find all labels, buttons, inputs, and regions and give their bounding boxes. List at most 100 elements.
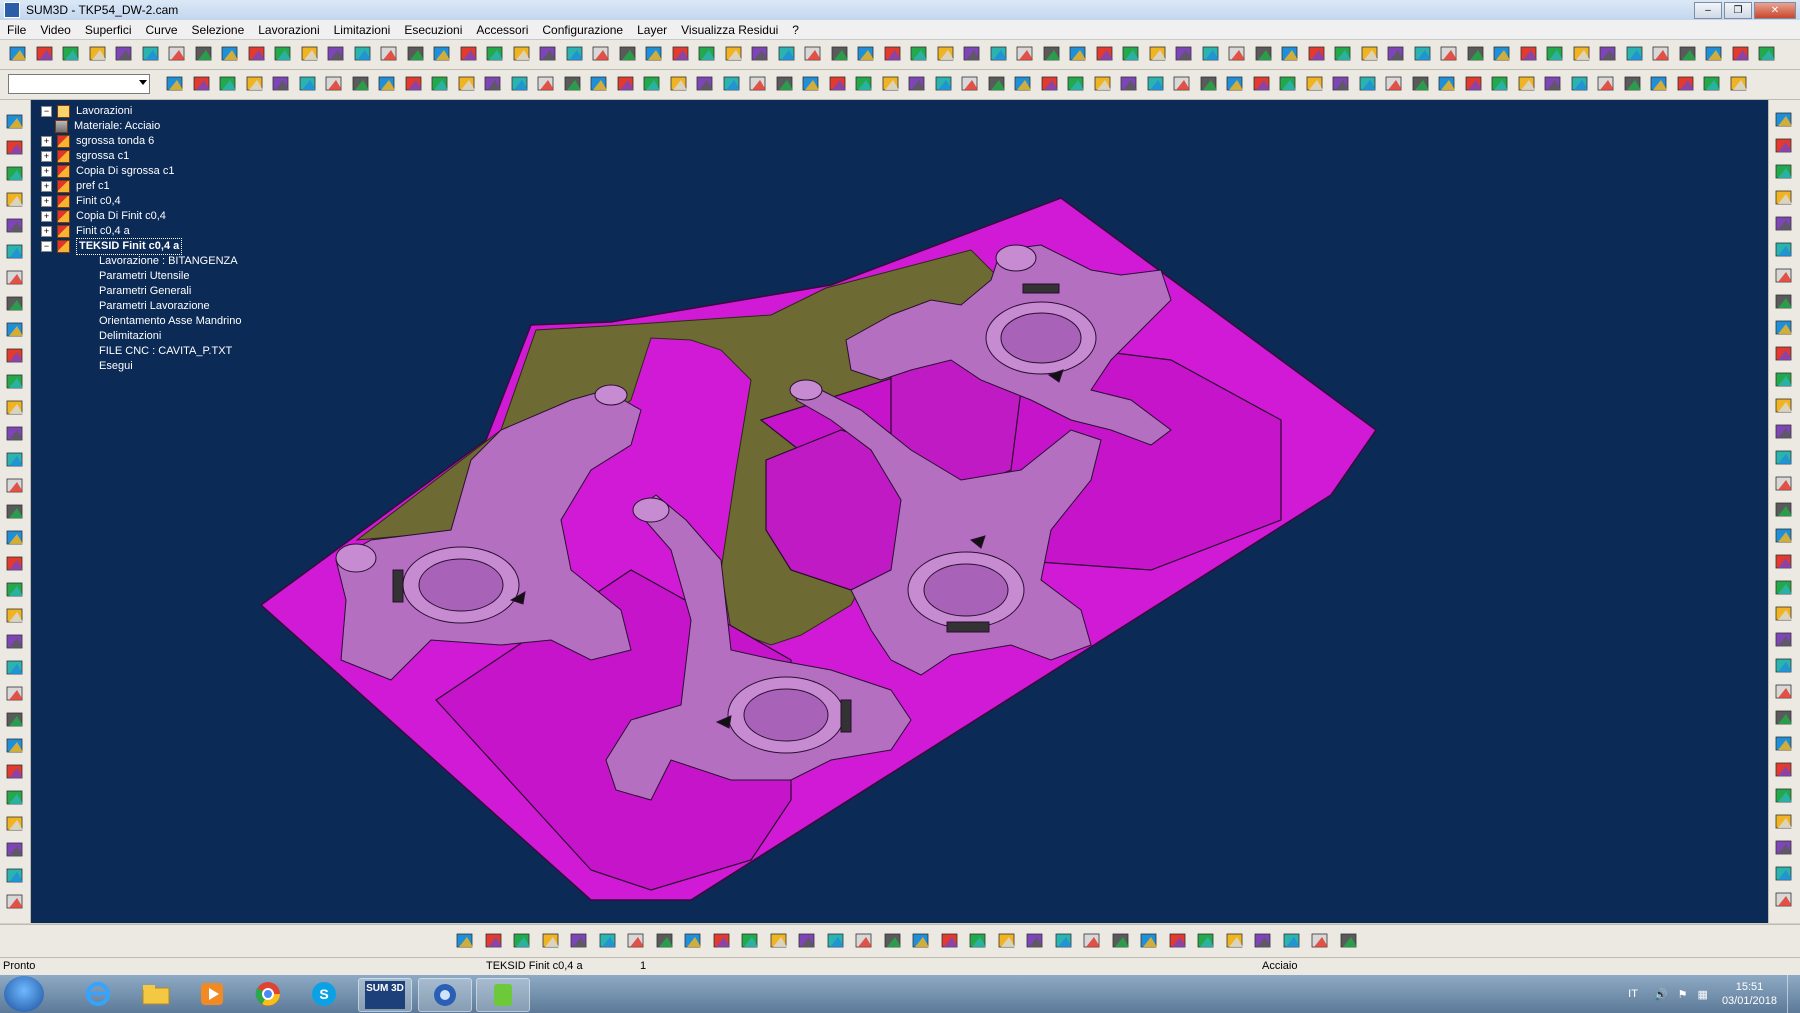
- menu-layer[interactable]: Layer: [630, 23, 674, 37]
- tool-button[interactable]: [1774, 162, 1794, 182]
- tool-button[interactable]: [830, 44, 850, 64]
- tool-button[interactable]: [1774, 422, 1794, 442]
- tree-item-selected[interactable]: − TEKSID Finit c0,4 a: [41, 238, 241, 255]
- tool-button[interactable]: [1774, 474, 1794, 494]
- expand-icon[interactable]: +: [41, 196, 52, 207]
- tool-button[interactable]: [271, 74, 291, 94]
- tool-button[interactable]: [828, 74, 848, 94]
- tool-button[interactable]: [1068, 44, 1088, 64]
- expand-icon[interactable]: +: [41, 226, 52, 237]
- tool-button[interactable]: [1492, 44, 1512, 64]
- tool-button[interactable]: [1774, 708, 1794, 728]
- tool-button[interactable]: [5, 320, 25, 340]
- tool-button[interactable]: [565, 44, 585, 64]
- tool-button[interactable]: [856, 44, 876, 64]
- tool-button[interactable]: [5, 814, 25, 834]
- sum3d-taskbar-button[interactable]: SUM 3D: [358, 978, 412, 1012]
- tool-button[interactable]: [1386, 44, 1406, 64]
- menu-file[interactable]: File: [0, 23, 33, 37]
- tool-button[interactable]: [1704, 44, 1724, 64]
- tree-child[interactable]: FILE CNC : CAVITA_P.TXT: [99, 344, 241, 359]
- tool-button[interactable]: [1517, 74, 1537, 94]
- tool-button[interactable]: [1411, 74, 1431, 94]
- tool-button[interactable]: [247, 44, 267, 64]
- tool-button[interactable]: [218, 74, 238, 94]
- tool-button[interactable]: [826, 931, 846, 951]
- tool-button[interactable]: [114, 44, 134, 64]
- tool-button[interactable]: [5, 476, 25, 496]
- menu-lavorazioni[interactable]: Lavorazioni: [251, 23, 326, 37]
- chrome-icon[interactable]: [242, 978, 294, 1010]
- tool-button[interactable]: [1702, 74, 1722, 94]
- tool-button[interactable]: [1384, 74, 1404, 94]
- 3d-viewport[interactable]: − Lavorazioni Materiale: Acciaio + sgrossa…: [31, 100, 1768, 923]
- tool-button[interactable]: [854, 931, 874, 951]
- menu-limitazioni[interactable]: Limitazioni: [327, 23, 398, 37]
- tool-button[interactable]: [512, 44, 532, 64]
- tool-button[interactable]: [801, 74, 821, 94]
- tree-item[interactable]: + sgrossa c1: [41, 149, 241, 164]
- tool-button[interactable]: [1413, 44, 1433, 64]
- tool-button[interactable]: [1774, 682, 1794, 702]
- menu-configurazione[interactable]: Configurazione: [535, 23, 630, 37]
- tool-button[interactable]: [671, 44, 691, 64]
- collapse-icon[interactable]: −: [41, 241, 52, 252]
- tool-button[interactable]: [1676, 74, 1696, 94]
- tool-button[interactable]: [5, 684, 25, 704]
- tree-child[interactable]: Esegui: [99, 359, 241, 374]
- tool-button[interactable]: [881, 74, 901, 94]
- tool-button[interactable]: [695, 74, 715, 94]
- tool-button[interactable]: [61, 44, 81, 64]
- tool-button[interactable]: [5, 866, 25, 886]
- tool-button[interactable]: [484, 931, 504, 951]
- tool-button[interactable]: [8, 44, 28, 64]
- tool-button[interactable]: [1111, 931, 1131, 951]
- tool-button[interactable]: [883, 931, 903, 951]
- tool-button[interactable]: [1774, 812, 1794, 832]
- tool-button[interactable]: [167, 44, 187, 64]
- tool-button[interactable]: [1774, 786, 1794, 806]
- tool-button[interactable]: [1774, 760, 1794, 780]
- tool-button[interactable]: [724, 44, 744, 64]
- tool-button[interactable]: [1168, 931, 1188, 951]
- tool-button[interactable]: [1774, 240, 1794, 260]
- tool-button[interactable]: [712, 931, 732, 951]
- tool-button[interactable]: [5, 268, 25, 288]
- tool-button[interactable]: [1310, 931, 1330, 951]
- tool-button[interactable]: [192, 74, 212, 94]
- tool-button[interactable]: [538, 44, 558, 64]
- tool-button[interactable]: [989, 44, 1009, 64]
- tool-button[interactable]: [5, 164, 25, 184]
- tool-button[interactable]: [1280, 44, 1300, 64]
- restore-button[interactable]: ❐: [1724, 2, 1752, 19]
- tool-button[interactable]: [5, 840, 25, 860]
- tool-button[interactable]: [432, 44, 452, 64]
- tool-button[interactable]: [485, 44, 505, 64]
- show-desktop-button[interactable]: [1787, 975, 1800, 1013]
- tool-button[interactable]: [909, 44, 929, 64]
- tool-button[interactable]: [1598, 44, 1618, 64]
- tool-button[interactable]: [1015, 44, 1035, 64]
- tool-button[interactable]: [457, 74, 477, 94]
- tool-button[interactable]: [589, 74, 609, 94]
- tool-button[interactable]: [5, 112, 25, 132]
- tool-button[interactable]: [5, 788, 25, 808]
- tool-button[interactable]: [883, 44, 903, 64]
- tool-button[interactable]: [5, 762, 25, 782]
- tree-material[interactable]: Materiale: Acciaio: [55, 119, 241, 134]
- tool-button[interactable]: [803, 44, 823, 64]
- tool-button[interactable]: [987, 74, 1007, 94]
- ie-icon[interactable]: [72, 978, 124, 1010]
- tool-button[interactable]: [1774, 630, 1794, 650]
- tool-button[interactable]: [1199, 74, 1219, 94]
- tool-button[interactable]: [455, 931, 475, 951]
- tool-button[interactable]: [351, 74, 371, 94]
- tree-child[interactable]: Lavorazione : BITANGENZA: [99, 254, 241, 269]
- tool-button[interactable]: [326, 44, 346, 64]
- tool-button[interactable]: [1121, 44, 1141, 64]
- tool-button[interactable]: [5, 606, 25, 626]
- tool-button[interactable]: [324, 74, 344, 94]
- expand-icon[interactable]: +: [41, 181, 52, 192]
- tool-button[interactable]: [5, 502, 25, 522]
- tool-button[interactable]: [1774, 214, 1794, 234]
